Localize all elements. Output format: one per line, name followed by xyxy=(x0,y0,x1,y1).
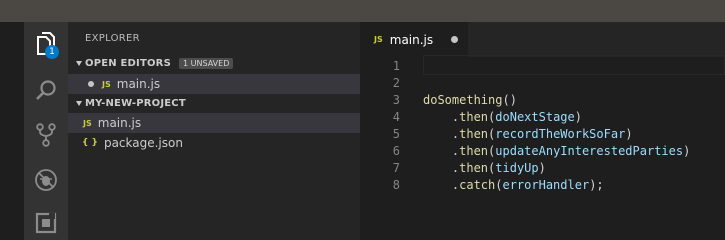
search-icon[interactable] xyxy=(24,72,68,108)
code-identifier-token: tidyUp xyxy=(495,161,539,175)
js-file-icon: JS xyxy=(83,118,92,128)
code-line[interactable]: 7 .then(tidyUp) xyxy=(360,160,725,177)
code-function-token: then xyxy=(459,144,489,158)
line-number: 3 xyxy=(392,93,400,107)
code-punctuation-token: ); xyxy=(589,178,604,192)
title-bar xyxy=(0,0,725,22)
code-line[interactable]: 5 .then(recordTheWorkSoFar) xyxy=(360,126,725,143)
explorer-sidebar: EXPLORER OPEN EDITORS 1 UNSAVED JS main.… xyxy=(68,22,360,240)
open-editors-label: OPEN EDITORS xyxy=(85,58,171,69)
chevron-down-icon xyxy=(76,101,82,106)
debug-icon[interactable] xyxy=(24,162,68,198)
code-function-token: doSomething xyxy=(423,93,503,107)
code-text: .then(tidyUp) xyxy=(423,160,546,177)
tab-main-js[interactable]: JS main.js xyxy=(360,22,468,57)
project-header[interactable]: MY-NEW-PROJECT xyxy=(68,94,360,113)
unsaved-dot-icon[interactable] xyxy=(451,36,458,43)
file-name: main.js xyxy=(97,116,142,130)
unsaved-badge: 1 UNSAVED xyxy=(179,58,234,69)
js-file-icon: JS xyxy=(374,35,383,44)
code-function-token: then xyxy=(459,110,489,124)
code-line[interactable]: 2 xyxy=(360,75,725,92)
code-text: .then(recordTheWorkSoFar) xyxy=(423,126,633,143)
line-number: 2 xyxy=(392,76,400,90)
code-punctuation-token: ) xyxy=(625,127,633,141)
open-editor-filename: main.js xyxy=(116,77,161,91)
code-punctuation-token: ) xyxy=(574,110,582,124)
code-line[interactable]: 3 doSomething() xyxy=(360,92,725,109)
code-function-token: then xyxy=(459,127,489,141)
code-text: .then(doNextStage) xyxy=(423,109,582,126)
chevron-down-icon xyxy=(76,61,82,66)
explorer-badge: 1 xyxy=(45,45,59,59)
tab-bar: JS main.js xyxy=(360,22,725,57)
line-number: 8 xyxy=(392,178,400,192)
file-item-package-json[interactable]: { } package.json xyxy=(68,133,360,153)
file-name: package.json xyxy=(103,136,183,150)
js-file-icon: JS xyxy=(102,79,111,89)
open-editors-header[interactable]: OPEN EDITORS 1 UNSAVED xyxy=(68,54,360,73)
line-number: 6 xyxy=(392,144,400,158)
code-identifier-token: doNextStage xyxy=(495,110,575,124)
code-punctuation-token: . xyxy=(423,127,460,141)
tab-title: main.js xyxy=(389,32,434,47)
code-punctuation-token: . xyxy=(423,178,460,192)
current-line-highlight xyxy=(423,55,725,75)
window-edge xyxy=(0,22,24,240)
code-line[interactable]: 4 .then(doNextStage) xyxy=(360,109,725,126)
code-identifier-token: updateAnyInterestedParties xyxy=(495,144,684,158)
code-punctuation-token: . xyxy=(423,144,460,158)
code-line[interactable]: 6 .then(updateAnyInterestedParties) xyxy=(360,143,725,160)
code-text: .catch(errorHandler); xyxy=(423,177,604,194)
line-number: 1 xyxy=(392,59,400,73)
code-punctuation-token: . xyxy=(423,110,460,124)
open-editor-item-main-js[interactable]: JS main.js xyxy=(68,74,360,94)
extensions-icon[interactable] xyxy=(24,205,68,240)
code-punctuation-token: ) xyxy=(683,144,691,158)
file-item-main-js[interactable]: JS main.js xyxy=(68,113,360,133)
code-punctuation-token: . xyxy=(423,161,460,175)
code-text: .then(updateAnyInterestedParties) xyxy=(423,143,690,160)
sidebar-title: EXPLORER xyxy=(85,33,140,44)
code-identifier-token: recordTheWorkSoFar xyxy=(495,127,626,141)
code-editor[interactable]: 1 2 3 doSomething() 4 .then(doNextStage) 5 .t… xyxy=(360,55,725,240)
code-punctuation-token: () xyxy=(502,93,517,107)
source-control-icon[interactable] xyxy=(24,117,68,153)
code-text: doSomething() xyxy=(423,92,517,109)
line-number: 7 xyxy=(392,161,400,175)
code-function-token: then xyxy=(459,161,489,175)
line-number: 4 xyxy=(392,110,400,124)
line-number: 5 xyxy=(392,127,400,141)
code-punctuation-token: ) xyxy=(538,161,546,175)
project-label: MY-NEW-PROJECT xyxy=(85,98,186,109)
code-function-token: catch xyxy=(459,178,496,192)
code-line[interactable]: 1 xyxy=(360,55,725,75)
json-file-icon: { } xyxy=(82,138,98,148)
unsaved-dot-icon[interactable] xyxy=(88,81,94,87)
activity-bar: 1 xyxy=(24,22,68,240)
code-line[interactable]: 8 .catch(errorHandler); xyxy=(360,177,725,194)
code-identifier-token: errorHandler xyxy=(502,178,590,192)
